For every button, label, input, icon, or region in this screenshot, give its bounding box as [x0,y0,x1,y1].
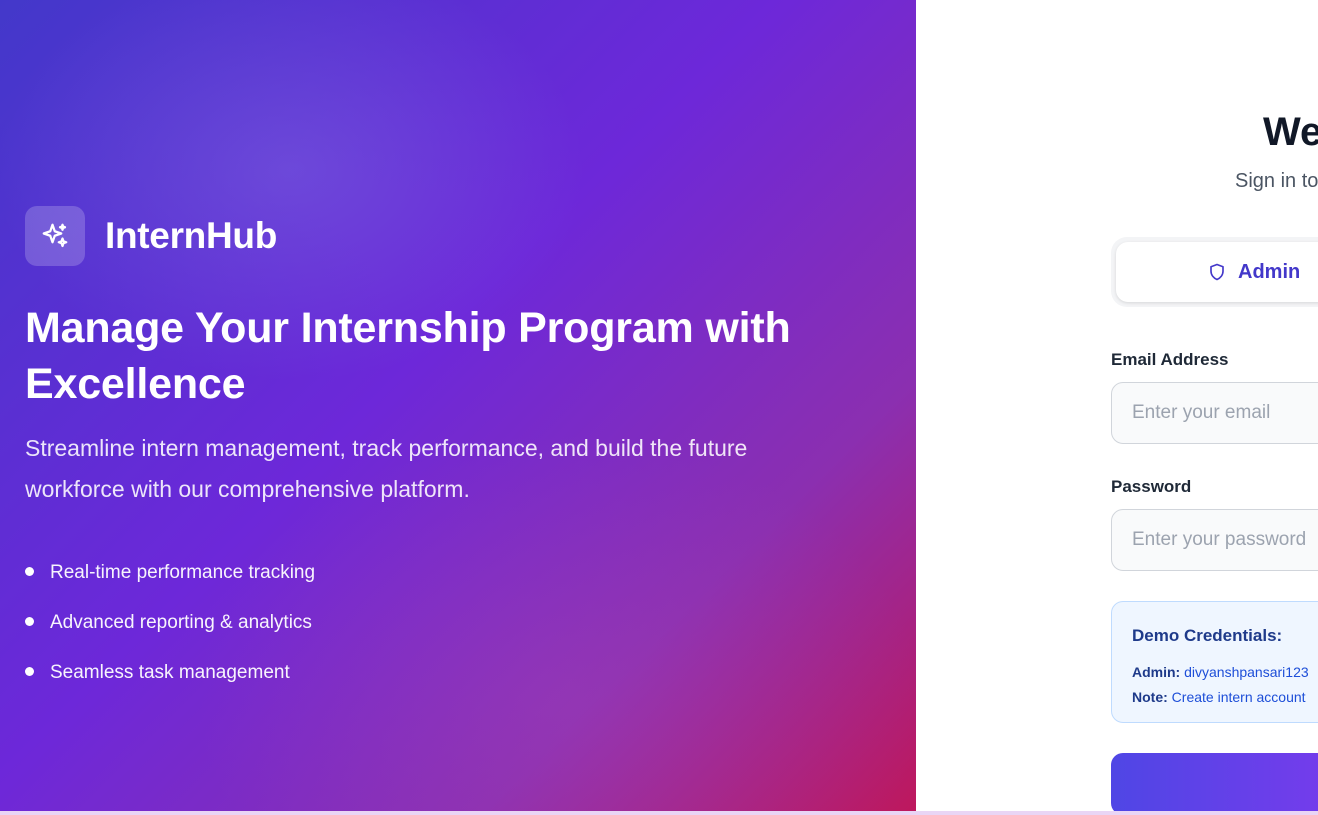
shield-icon [1210,263,1224,281]
bullet-icon [25,666,34,676]
bullet-icon [25,616,34,626]
demo-title: Demo Credentials: [1132,626,1283,645]
login-page: InternHub Manage Your Internship Program… [0,0,1318,815]
hero-subtitle: Streamline intern management, track perf… [25,435,748,502]
role-tabs: Admin [1111,237,1318,307]
sign-in-button[interactable] [1111,753,1318,815]
tab-admin[interactable]: Admin [1116,242,1318,302]
feature-label: Advanced reporting & analytics [50,612,312,633]
demo-note-label: Note: [1132,689,1168,705]
welcome-subheading: Sign in to [1235,170,1318,192]
feature-label: Real-time performance tracking [50,562,316,583]
login-form-panel: We Sign in to Admin Email Address Passwo… [916,0,1318,815]
feature-item: Advanced reporting & analytics [25,598,315,648]
welcome-heading: We [1263,110,1318,154]
feature-item: Seamless task management [25,648,315,698]
demo-admin-value: divyanshpansari123 [1184,664,1309,680]
page-bottom-edge [0,811,1318,815]
tab-admin-label: Admin [1238,260,1301,283]
feature-item: Real-time performance tracking [25,548,315,598]
hero-panel: InternHub Manage Your Internship Program… [0,0,916,811]
email-field[interactable] [1111,382,1318,444]
brand-name: InternHub [105,215,278,256]
brand: InternHub [25,206,277,266]
hero-title: Manage Your Internship Program with Exce… [25,304,791,408]
demo-credentials-box: Demo Credentials: Admin: divyanshpansari… [1111,601,1318,723]
demo-admin-line: Admin: divyanshpansari123 [1132,660,1318,685]
password-label: Password [1111,477,1192,496]
bullet-icon [25,566,34,576]
feature-list: Real-time performance tracking Advanced … [25,548,315,698]
feature-label: Seamless task management [50,662,290,683]
email-label: Email Address [1111,350,1229,369]
demo-admin-label: Admin: [1132,664,1181,680]
demo-note-value: Create intern account [1171,689,1306,705]
password-field[interactable] [1111,509,1318,571]
sparkles-icon [25,206,85,266]
demo-note-line: Note: Create intern account [1132,685,1318,710]
